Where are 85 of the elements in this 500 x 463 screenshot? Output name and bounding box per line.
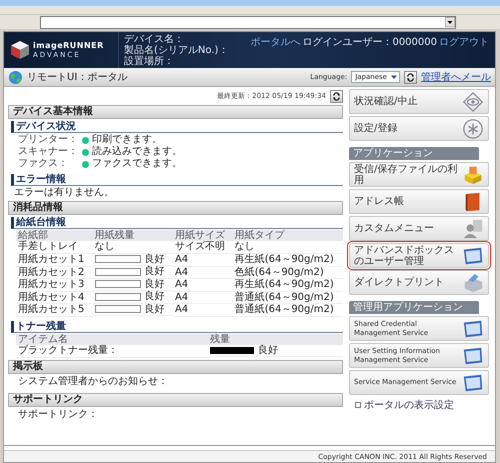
globe-icon [8, 70, 23, 84]
column-header: 用紙タイプ [232, 230, 343, 241]
column-header: 給紙部 [16, 230, 93, 241]
table-cell: 用紙カセット3 [16, 278, 93, 291]
paper-gauge [94, 292, 141, 301]
paper-gauge [94, 280, 141, 288]
section-tab-header: 管理用アプリケーション [349, 301, 479, 314]
paper-status: 良好 [144, 266, 165, 278]
table-cell: A4 [172, 266, 233, 278]
status-text: 印刷できます。 [92, 134, 162, 146]
menu-button[interactable]: 設定/登録 [349, 116, 489, 141]
section-header: サポートリンク [8, 392, 343, 406]
table-cell: なし [232, 241, 343, 253]
status-dot [82, 136, 89, 144]
status-text: 読み込みできます。 [92, 146, 182, 158]
subsection-heading: デバイス状況 [11, 121, 343, 133]
application-button[interactable]: ダイレクトプリント [349, 270, 489, 295]
status-dot [82, 160, 89, 168]
column-header: アイテム名 [16, 334, 208, 344]
column-header: 用紙残量 [92, 230, 173, 241]
table-cell: 用紙カセット5 [16, 304, 93, 316]
status-label: プリンター： [18, 134, 79, 146]
section-header: 消耗品情報 [8, 201, 343, 215]
subsection-heading: エラー情報 [11, 174, 343, 186]
section-header: デバイス基本情報 [8, 105, 343, 119]
table-cell: ブラックトナー残量： [16, 344, 208, 357]
column-header: 残量 [208, 334, 343, 344]
table-cell: サイズ不明 [172, 241, 233, 253]
portal-settings-link[interactable]: ポータルの表示設定 [364, 398, 454, 412]
paper-status: 良好 [144, 304, 165, 315]
device-field-label: 設置場所： [124, 56, 174, 66]
paper-status: 良好 [144, 278, 165, 290]
eye-icon [462, 90, 484, 112]
paper-status: 良好 [144, 254, 165, 265]
logout-link[interactable]: ログアウト [439, 35, 489, 49]
table-cell: 再生紙(64～90g/m2) [232, 278, 343, 291]
table-cell: 用紙カセット1 [16, 253, 93, 266]
table-cell: A4 [172, 278, 233, 291]
bullet-icon [355, 402, 361, 408]
table-cell: A4 [172, 291, 233, 304]
application-button[interactable]: カスタムメニュー [349, 216, 489, 241]
device-field-label: デバイス名： [124, 34, 185, 44]
table-cell: 再生紙(64～90g/m2) [232, 253, 343, 266]
status-label: ファクス： [18, 158, 69, 170]
table-cell: 普通紙(64～90g/m2) [232, 291, 343, 304]
caret-icon [390, 73, 398, 81]
product-logo-text: imageRUNNER [33, 40, 104, 51]
asterisk-icon [462, 118, 484, 140]
refresh-button[interactable] [330, 90, 343, 102]
toner-status: 良好 [258, 344, 278, 356]
portal-link[interactable]: ポータルへ [250, 35, 300, 49]
login-user-text: ログインユーザー：0000000 [302, 36, 437, 49]
support-link-text: サポートリンク： [17, 408, 99, 420]
paper-gauge [94, 268, 141, 276]
column-header: 用紙サイズ [172, 230, 233, 241]
user-card-icon [462, 218, 484, 240]
table-cell: 用紙カセット2 [16, 266, 93, 278]
address-field[interactable] [40, 16, 456, 28]
application-button[interactable]: アドレス帳 [349, 189, 489, 214]
status-dot [82, 148, 89, 156]
device-field-label: 製品名(シリアルNo.)： [124, 44, 228, 56]
section-tab-header: アプリケーション [349, 147, 479, 160]
mail-admin-link[interactable]: 管理者へメール [421, 70, 491, 84]
bulletin-text: システム管理者からのお知らせ： [17, 376, 169, 388]
table-cell: A4 [172, 253, 233, 266]
cube-logo-icon [10, 40, 30, 60]
table-cell: A4 [172, 304, 233, 316]
page-title: リモートUI：ポータル [27, 71, 128, 84]
table-cell: なし [92, 241, 173, 253]
section-header: 掲示板 [8, 360, 343, 374]
menu-button[interactable]: 状況確認/中止 [349, 89, 489, 114]
status-label: スキャナー： [18, 146, 79, 158]
table-cell: 色紙(64～90g/m2) [232, 266, 343, 278]
error-text: エラーは有りません。 [13, 187, 115, 199]
table-cell: 普通紙(64～90g/m2) [232, 304, 343, 316]
paper-gauge [94, 305, 141, 314]
status-text: ファクスできます。 [92, 158, 182, 170]
table-cell: 用紙カセット4 [16, 291, 93, 304]
printer-icon [462, 272, 484, 294]
application-button[interactable]: アドバンスドボックスのユーザー管理 [349, 243, 489, 268]
table-cell: 手差しトレイ [16, 241, 93, 253]
paper-status: 良好 [144, 291, 165, 302]
refresh-button[interactable] [404, 70, 417, 84]
paper-gauge [94, 255, 141, 264]
application-button[interactable]: 受信/保存ファイルの利用 [349, 162, 489, 187]
